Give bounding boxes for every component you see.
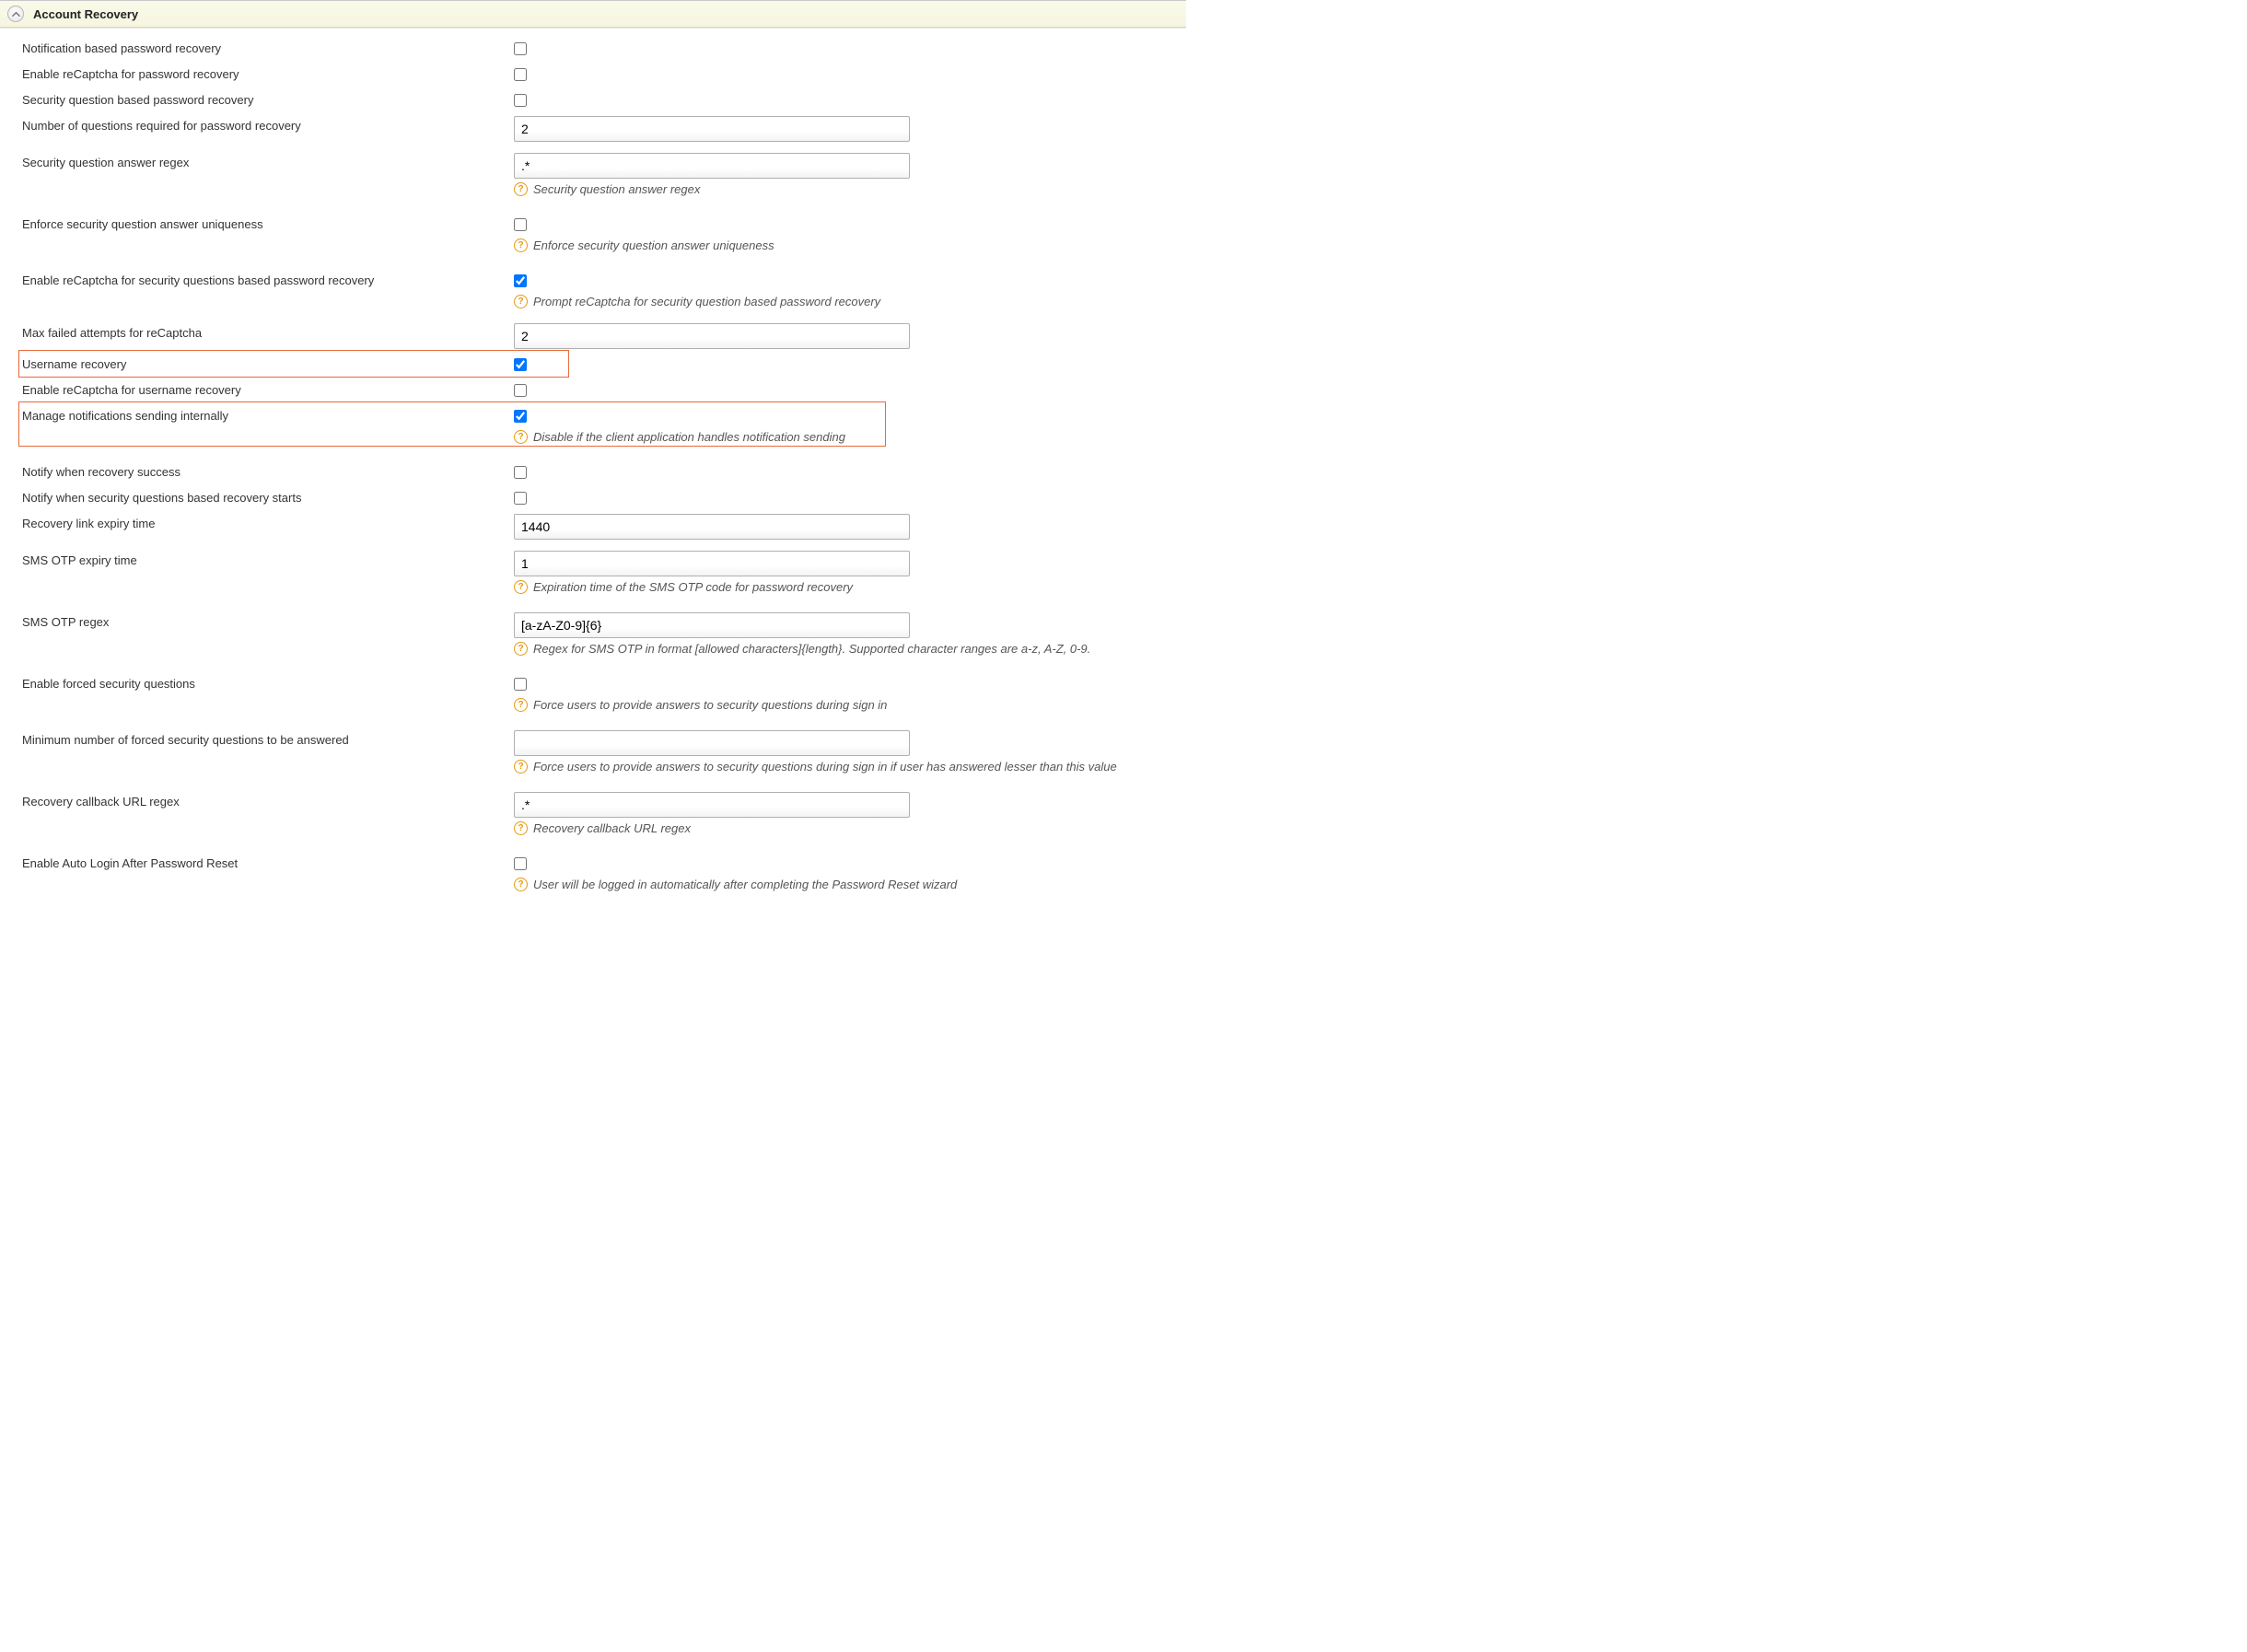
row-auto-login: Enable Auto Login After Password Reset ?… <box>22 851 1186 894</box>
recaptcha-pw-recovery-checkbox[interactable] <box>514 68 527 81</box>
min-forced-secq-input[interactable] <box>514 730 910 756</box>
row-num-questions: Number of questions required for passwor… <box>22 113 1186 145</box>
manage-notif-checkbox[interactable] <box>514 410 527 423</box>
label: Recovery callback URL regex <box>22 789 514 814</box>
label: Username recovery <box>22 352 514 377</box>
hint: Force users to provide answers to securi… <box>533 760 1117 774</box>
help-icon: ? <box>514 760 528 774</box>
label: Max failed attempts for reCaptcha <box>22 320 514 345</box>
hint: Force users to provide answers to securi… <box>533 698 887 712</box>
auto-login-checkbox[interactable] <box>514 857 527 870</box>
secq-pw-recovery-checkbox[interactable] <box>514 94 527 107</box>
row-sms-otp-regex: SMS OTP regex ? Regex for SMS OTP in form… <box>22 610 1186 658</box>
enforce-uniq-checkbox[interactable] <box>514 218 527 231</box>
row-notify-success: Notify when recovery success <box>22 460 1186 485</box>
help-icon: ? <box>514 821 528 835</box>
row-recovery-link-expiry: Recovery link expiry time <box>22 511 1186 542</box>
recovery-link-expiry-input[interactable] <box>514 514 910 540</box>
row-secq-pw-recovery: Security question based password recover… <box>22 87 1186 113</box>
label: Number of questions required for passwor… <box>22 113 514 138</box>
row-notify-secq-start: Notify when security questions based rec… <box>22 485 1186 511</box>
forced-secq-checkbox[interactable] <box>514 678 527 691</box>
recaptcha-secq-checkbox[interactable] <box>514 274 527 287</box>
help-icon: ? <box>514 182 528 196</box>
label: Enforce security question answer uniquen… <box>22 212 514 237</box>
label: Enable Auto Login After Password Reset <box>22 851 514 876</box>
label: Enable reCaptcha for username recovery <box>22 378 514 402</box>
num-questions-input[interactable] <box>514 116 910 142</box>
row-username-recovery: Username recovery <box>22 352 1186 378</box>
sms-otp-regex-input[interactable] <box>514 612 910 638</box>
hint: Disable if the client application handle… <box>533 430 845 444</box>
help-icon: ? <box>514 642 528 656</box>
notify-success-checkbox[interactable] <box>514 466 527 479</box>
help-icon: ? <box>514 878 528 891</box>
label: Recovery link expiry time <box>22 511 514 536</box>
label: SMS OTP regex <box>22 610 514 634</box>
row-max-failed-recaptcha: Max failed attempts for reCaptcha <box>22 320 1186 352</box>
notify-secq-start-checkbox[interactable] <box>514 492 527 505</box>
label: Manage notifications sending internally <box>22 403 514 428</box>
label: Security question answer regex <box>22 150 514 175</box>
row-manage-notif: Manage notifications sending internally … <box>22 403 1186 447</box>
hint: Regex for SMS OTP in format [allowed cha… <box>533 642 1090 656</box>
row-min-forced-secq: Minimum number of forced security questi… <box>22 727 1186 776</box>
hint: User will be logged in automatically aft… <box>533 878 957 891</box>
chevron-up-icon <box>12 10 20 18</box>
callback-regex-input[interactable] <box>514 792 910 818</box>
hint: Enforce security question answer uniquen… <box>533 238 774 252</box>
help-icon: ? <box>514 430 528 444</box>
label: Notification based password recovery <box>22 36 514 61</box>
hint: Security question answer regex <box>533 182 700 196</box>
hint: Recovery callback URL regex <box>533 821 691 835</box>
help-icon: ? <box>514 295 528 308</box>
label: SMS OTP expiry time <box>22 548 514 573</box>
help-icon: ? <box>514 698 528 712</box>
section-header: Account Recovery <box>0 0 1186 28</box>
row-recaptcha-pw-recovery: Enable reCaptcha for password recovery <box>22 62 1186 87</box>
section-title: Account Recovery <box>33 7 138 21</box>
row-recaptcha-secq: Enable reCaptcha for security questions … <box>22 268 1186 311</box>
sms-otp-expiry-input[interactable] <box>514 551 910 576</box>
username-recovery-checkbox[interactable] <box>514 358 527 371</box>
row-secq-regex: Security question answer regex ?Security… <box>22 150 1186 199</box>
help-icon: ? <box>514 580 528 594</box>
row-recaptcha-username: Enable reCaptcha for username recovery <box>22 378 1186 403</box>
label: Notify when recovery success <box>22 460 514 484</box>
hint: Prompt reCaptcha for security question b… <box>533 295 880 308</box>
label: Notify when security questions based rec… <box>22 485 514 510</box>
secq-regex-input[interactable] <box>514 153 910 179</box>
max-failed-recaptcha-input[interactable] <box>514 323 910 349</box>
hint: Expiration time of the SMS OTP code for … <box>533 580 853 594</box>
label: Minimum number of forced security questi… <box>22 727 514 752</box>
recaptcha-username-checkbox[interactable] <box>514 384 527 397</box>
label: Security question based password recover… <box>22 87 514 112</box>
help-icon: ? <box>514 238 528 252</box>
row-enforce-uniq: Enforce security question answer uniquen… <box>22 212 1186 255</box>
row-sms-otp-expiry: SMS OTP expiry time ? Expiration time of … <box>22 548 1186 597</box>
row-forced-secq: Enable forced security questions ? Force … <box>22 671 1186 715</box>
label: Enable reCaptcha for security questions … <box>22 268 514 293</box>
section-content: Notification based password recovery Ena… <box>0 28 1186 902</box>
notif-pw-recovery-checkbox[interactable] <box>514 42 527 55</box>
row-callback-regex: Recovery callback URL regex ?Recovery ca… <box>22 789 1186 838</box>
collapse-toggle[interactable] <box>7 6 24 22</box>
label: Enable reCaptcha for password recovery <box>22 62 514 87</box>
label: Enable forced security questions <box>22 671 514 696</box>
row-notif-pw-recovery: Notification based password recovery <box>22 36 1186 62</box>
